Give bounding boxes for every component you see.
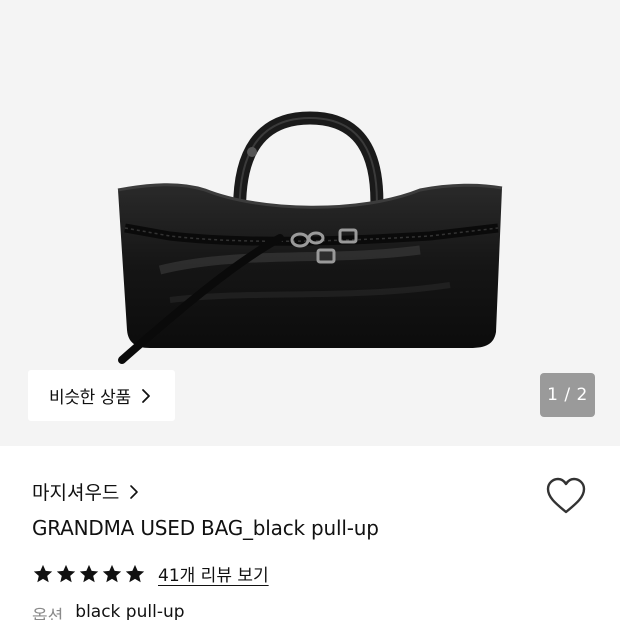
rating-stars xyxy=(32,563,146,585)
chevron-right-icon xyxy=(141,388,151,404)
brand-name: 마지셔우드 xyxy=(32,482,120,504)
option-label: 옵션 xyxy=(32,607,64,620)
star-icon xyxy=(101,563,123,585)
star-icon xyxy=(78,563,100,585)
product-title: GRANDMA USED BAG_black pull-up xyxy=(32,516,379,540)
image-counter: 1 / 2 xyxy=(540,373,595,417)
rating-row: 41개 리뷰 보기 xyxy=(32,561,269,586)
star-icon xyxy=(55,563,77,585)
option-value: black pull-up xyxy=(75,602,185,620)
star-icon xyxy=(32,563,54,585)
star-icon xyxy=(124,563,146,585)
similar-products-button[interactable]: 비슷한 상품 xyxy=(28,370,175,421)
similar-products-label: 비슷한 상품 xyxy=(49,388,131,408)
reviews-link[interactable]: 41개 리뷰 보기 xyxy=(158,561,269,586)
chevron-right-icon xyxy=(129,484,139,500)
product-image-gallery[interactable]: 비슷한 상품 1 / 2 xyxy=(0,0,620,446)
brand-link[interactable]: 마지셔우드 xyxy=(32,478,139,505)
heart-icon[interactable] xyxy=(545,477,587,515)
option-row: 옵션 black pull-up xyxy=(32,602,185,620)
